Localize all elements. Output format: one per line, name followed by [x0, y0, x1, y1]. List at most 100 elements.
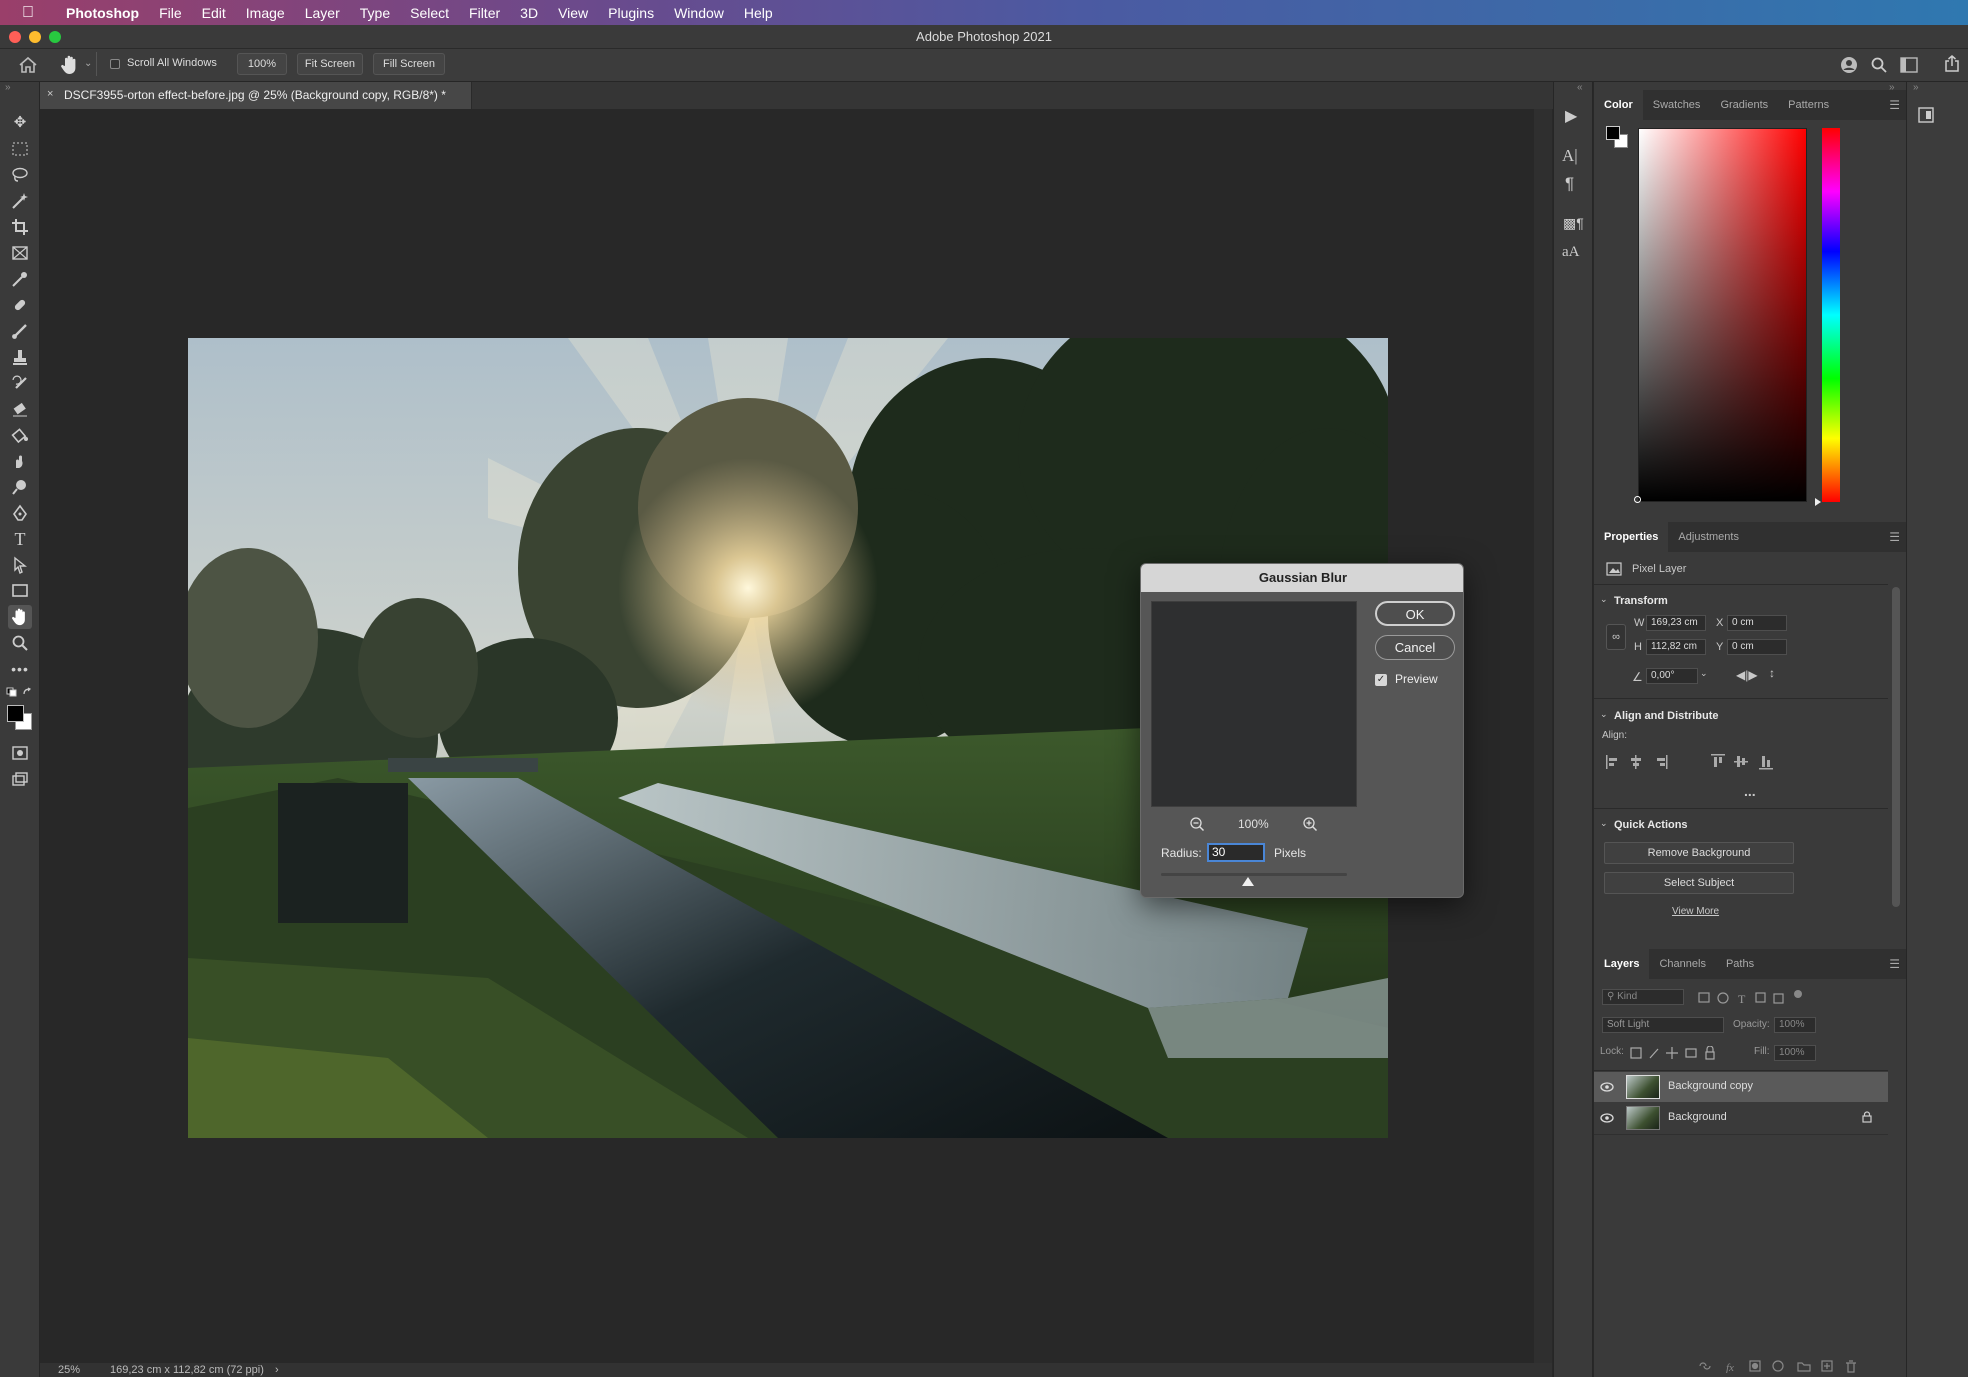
paragraph-styles-icon[interactable]: ▩¶ — [1563, 215, 1584, 232]
eraser-tool-icon[interactable] — [8, 397, 32, 421]
opacity-field[interactable]: 100% — [1774, 1017, 1816, 1033]
smudge-tool-icon[interactable] — [8, 449, 32, 473]
menu-type[interactable]: Type — [350, 5, 400, 21]
tab-properties[interactable]: Properties — [1594, 522, 1669, 552]
zoom-in-icon[interactable] — [1302, 816, 1318, 832]
y-field[interactable]: 0 cm — [1727, 639, 1787, 655]
menu-photoshop[interactable]: Photoshop — [56, 5, 149, 21]
layer-filter-icons[interactable]: T — [1698, 991, 1788, 1005]
default-colors-icon[interactable] — [6, 687, 34, 697]
angle-dropdown-icon[interactable]: ⌄ — [1700, 668, 1708, 679]
dodge-tool-icon[interactable] — [8, 475, 32, 499]
paint-bucket-tool-icon[interactable] — [8, 423, 32, 447]
history-brush-tool-icon[interactable] — [8, 371, 32, 395]
workspace-icon[interactable] — [1900, 57, 1918, 73]
view-more-link[interactable]: View More — [1672, 906, 1719, 917]
picker-foreground-swatch[interactable] — [1606, 126, 1620, 140]
fill-field[interactable]: 100% — [1774, 1045, 1816, 1061]
tab-patterns[interactable]: Patterns — [1778, 90, 1839, 120]
path-selection-tool-icon[interactable] — [8, 553, 32, 577]
screen-mode-icon[interactable] — [8, 767, 32, 791]
pen-tool-icon[interactable] — [8, 501, 32, 525]
zoom-level[interactable]: 25% — [58, 1363, 80, 1377]
remove-background-button[interactable]: Remove Background — [1604, 842, 1794, 864]
foreground-color-swatch[interactable] — [7, 705, 24, 722]
menu-help[interactable]: Help — [734, 5, 783, 21]
status-menu-arrow[interactable]: › — [275, 1363, 279, 1377]
expand-strip-icon[interactable]: » — [1913, 82, 1919, 93]
apple-menu-icon[interactable]:  — [0, 4, 56, 22]
character-styles-icon[interactable]: aA — [1562, 244, 1580, 261]
tab-channels[interactable]: Channels — [1649, 949, 1715, 979]
menu-edit[interactable]: Edit — [192, 5, 236, 21]
frame-tool-icon[interactable] — [8, 241, 32, 265]
type-tool-icon[interactable]: T — [8, 527, 32, 551]
eyedropper-tool-icon[interactable] — [8, 267, 32, 291]
zoom-tool-icon[interactable] — [8, 631, 32, 655]
height-field[interactable]: 112,82 cm — [1646, 639, 1706, 655]
zoom-window-button[interactable] — [49, 31, 61, 43]
marquee-tool-icon[interactable] — [8, 137, 32, 161]
lock-options-icons[interactable] — [1630, 1046, 1730, 1060]
color-picker-handle[interactable] — [1634, 496, 1641, 503]
expand-toolbar-icon[interactable]: » — [5, 82, 11, 93]
chevron-down-icon[interactable]: ⌄ — [1600, 594, 1608, 605]
menu-filter[interactable]: Filter — [459, 5, 510, 21]
properties-scrollbar[interactable] — [1892, 587, 1900, 907]
paragraph-panel-icon[interactable]: ¶ — [1565, 174, 1574, 194]
more-tools-icon[interactable]: ••• — [8, 657, 32, 681]
chevron-down-icon[interactable]: ⌄ — [1600, 709, 1608, 720]
magic-wand-tool-icon[interactable] — [8, 189, 32, 213]
menu-view[interactable]: View — [548, 5, 598, 21]
chevron-down-icon[interactable]: ⌄ — [1600, 818, 1608, 829]
tab-swatches[interactable]: Swatches — [1643, 90, 1711, 120]
menu-3d[interactable]: 3D — [510, 5, 548, 21]
tab-adjustments[interactable]: Adjustments — [1668, 522, 1749, 552]
hand-tool-icon[interactable] — [8, 605, 32, 629]
vertical-scrollbar[interactable] — [1534, 109, 1552, 1363]
close-window-button[interactable] — [9, 31, 21, 43]
color-panel-menu-icon[interactable]: ☰ — [1889, 98, 1900, 112]
properties-panel-menu-icon[interactable]: ☰ — [1889, 530, 1900, 544]
flip-horizontal-icon[interactable]: ◀|▶ — [1736, 668, 1758, 682]
tab-color[interactable]: Color — [1594, 90, 1643, 120]
link-dimensions-button[interactable]: ∞ — [1606, 624, 1626, 650]
filter-toggle-icon[interactable] — [1794, 990, 1802, 998]
lasso-tool-icon[interactable] — [8, 163, 32, 187]
minimize-window-button[interactable] — [29, 31, 41, 43]
hue-slider[interactable] — [1822, 128, 1840, 502]
menu-image[interactable]: Image — [236, 5, 295, 21]
close-tab-icon[interactable]: × — [47, 88, 53, 100]
hand-tool-preset-icon[interactable] — [60, 54, 80, 76]
layers-panel-menu-icon[interactable]: ☰ — [1889, 957, 1900, 971]
hue-slider-handle[interactable] — [1815, 498, 1821, 506]
fit-screen-button[interactable]: Fit Screen — [297, 53, 363, 75]
menu-layer[interactable]: Layer — [295, 5, 350, 21]
menu-window[interactable]: Window — [664, 5, 734, 21]
share-icon[interactable] — [1943, 55, 1961, 73]
radius-slider-handle[interactable] — [1242, 877, 1255, 886]
visibility-eye-icon[interactable] — [1600, 1082, 1614, 1092]
x-field[interactable]: 0 cm — [1727, 615, 1787, 631]
search-icon[interactable] — [1870, 56, 1888, 74]
blur-preview-area[interactable] — [1151, 601, 1357, 807]
radius-slider-track[interactable] — [1161, 873, 1347, 876]
fill-screen-button[interactable]: Fill Screen — [373, 53, 445, 75]
color-saturation-field[interactable] — [1638, 128, 1807, 502]
scroll-all-windows-checkbox[interactable] — [110, 59, 120, 69]
crop-tool-icon[interactable] — [8, 215, 32, 239]
play-actions-icon[interactable]: ▶ — [1565, 106, 1577, 126]
cancel-button[interactable]: Cancel — [1375, 635, 1455, 660]
clone-stamp-tool-icon[interactable] — [8, 345, 32, 369]
blend-mode-select[interactable]: Soft Light — [1602, 1017, 1724, 1033]
align-more-button[interactable]: ... — [1744, 783, 1756, 799]
move-tool-icon[interactable]: ✥ — [8, 111, 32, 135]
visibility-eye-icon[interactable] — [1600, 1113, 1614, 1123]
layer-row[interactable]: Background copy — [1594, 1072, 1888, 1102]
brush-tool-icon[interactable] — [8, 319, 32, 343]
quick-mask-icon[interactable] — [8, 741, 32, 765]
document-tab[interactable]: DSCF3955-orton effect-before.jpg @ 25% (… — [40, 82, 472, 109]
menu-plugins[interactable]: Plugins — [598, 5, 664, 21]
learn-panel-icon[interactable] — [1917, 106, 1935, 124]
tab-layers[interactable]: Layers — [1594, 949, 1650, 979]
